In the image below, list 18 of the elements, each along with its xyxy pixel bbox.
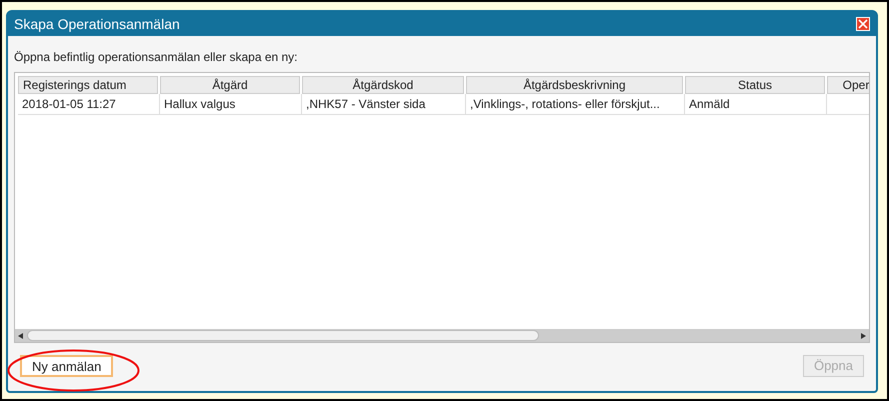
column-header[interactable]: Registerings datum bbox=[18, 76, 158, 94]
close-icon bbox=[858, 19, 868, 29]
table-cell: 2018-01-05 11:27 bbox=[18, 94, 160, 114]
column-header[interactable]: Status bbox=[685, 76, 825, 94]
column-header[interactable]: Åtgärdskod bbox=[302, 76, 464, 94]
window-title: Skapa Operationsanmälan bbox=[14, 14, 180, 34]
table-cell: Hallux valgus bbox=[160, 94, 302, 114]
table-cell: Anmäld bbox=[685, 94, 827, 114]
column-header[interactable]: Åtgärd bbox=[160, 76, 300, 94]
column-header[interactable]: Åtgärdsbeskrivning bbox=[466, 76, 683, 94]
column-header[interactable]: Oper bbox=[827, 76, 869, 94]
close-button[interactable] bbox=[856, 17, 870, 31]
horizontal-scrollbar[interactable] bbox=[15, 329, 869, 342]
prompt-text: Öppna befintlig operationsanmälan eller skapa en ny: bbox=[14, 49, 299, 66]
table-cell: ,NHK57 - Vänster sida bbox=[302, 94, 466, 114]
scrollbar-thumb[interactable] bbox=[27, 330, 539, 341]
table-cell: ,Vinklings-, rotations- eller förskjut... bbox=[466, 94, 685, 114]
dialog-button[interactable]: Ny anmälan bbox=[20, 355, 114, 377]
